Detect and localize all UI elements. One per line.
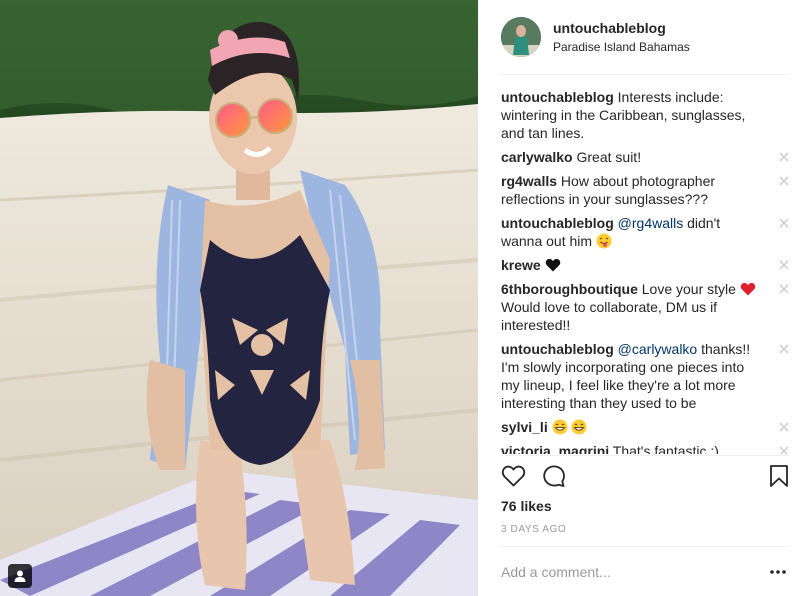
post-header: untouchableblog Paradise Island Bahamas [501, 16, 690, 58]
post-location[interactable]: Paradise Island Bahamas [553, 39, 690, 55]
close-icon[interactable] [779, 422, 789, 432]
post-caption: untouchableblog Interests include: winte… [501, 88, 791, 142]
comment-item: untouchableblog @carlywalko thanks!! I'm… [501, 340, 791, 412]
close-icon[interactable] [779, 152, 789, 162]
beach-photo-image [0, 0, 478, 596]
comment-username[interactable]: carlywalko [501, 149, 573, 165]
comment-item: 6thboroughboutique Love your style Would… [501, 280, 791, 334]
comment-text: Great suit! [572, 149, 642, 165]
add-comment-input[interactable] [501, 562, 757, 582]
post-timestamp: 3 DAYS AGO [501, 524, 567, 535]
post-actions [501, 464, 789, 490]
person-tag-icon[interactable] [8, 564, 32, 588]
tongue-face-emoji [596, 233, 612, 249]
comment-username[interactable]: untouchableblog [501, 215, 614, 231]
comment-mention[interactable]: @carlywalko [618, 341, 698, 357]
avatar[interactable] [501, 17, 541, 57]
comment-username[interactable]: krewe [501, 257, 541, 273]
actions-divider [501, 455, 789, 456]
close-icon[interactable] [779, 176, 789, 186]
comment-text-continued: Would love to collaborate, DM us if inte… [501, 299, 718, 333]
comment-item: rg4walls How about photographer reflecti… [501, 172, 791, 208]
post-side-panel: untouchableblog Paradise Island Bahamas … [478, 0, 812, 596]
black-heart-emoji [545, 258, 560, 272]
ellipsis-icon[interactable] [769, 564, 787, 580]
comments-list[interactable]: untouchableblog Interests include: winte… [501, 88, 791, 454]
red-heart-emoji [740, 282, 756, 296]
post-photo[interactable] [0, 0, 478, 596]
grinning-face-emoji [552, 419, 568, 435]
comment-item: krewe [501, 256, 791, 274]
comment-username[interactable]: untouchableblog [501, 341, 614, 357]
comment-item: sylvi_li [501, 418, 791, 436]
comment-username[interactable]: sylvi_li [501, 419, 548, 435]
grinning-face-emoji [571, 419, 587, 435]
comment-username[interactable]: 6thboroughboutique [501, 281, 638, 297]
heart-outline-icon[interactable] [501, 464, 526, 488]
caption-username[interactable]: untouchableblog [501, 89, 614, 105]
close-icon[interactable] [779, 260, 789, 270]
close-icon[interactable] [779, 284, 789, 294]
close-icon[interactable] [779, 344, 789, 354]
likes-count[interactable]: 76 likes [501, 498, 552, 514]
comment-item: carlywalko Great suit! [501, 148, 791, 166]
speech-bubble-icon[interactable] [542, 464, 566, 488]
comment-username[interactable]: victoria_magrini [501, 443, 609, 454]
comment-box-divider [501, 546, 789, 547]
close-icon[interactable] [779, 218, 789, 228]
close-icon[interactable] [779, 446, 789, 454]
comment-text: That's fantastic :) [609, 443, 719, 454]
post-author-username[interactable]: untouchableblog [553, 19, 690, 37]
comment-username[interactable]: rg4walls [501, 173, 557, 189]
header-divider [501, 74, 789, 75]
comment-item: untouchableblog @rg4walls didn't wanna o… [501, 214, 791, 250]
bookmark-icon[interactable] [769, 464, 789, 488]
comment-text: Love your style [637, 281, 740, 297]
comment-mention[interactable]: @rg4walls [618, 215, 684, 231]
comment-item: victoria_magrini That's fantastic :) [501, 442, 791, 454]
